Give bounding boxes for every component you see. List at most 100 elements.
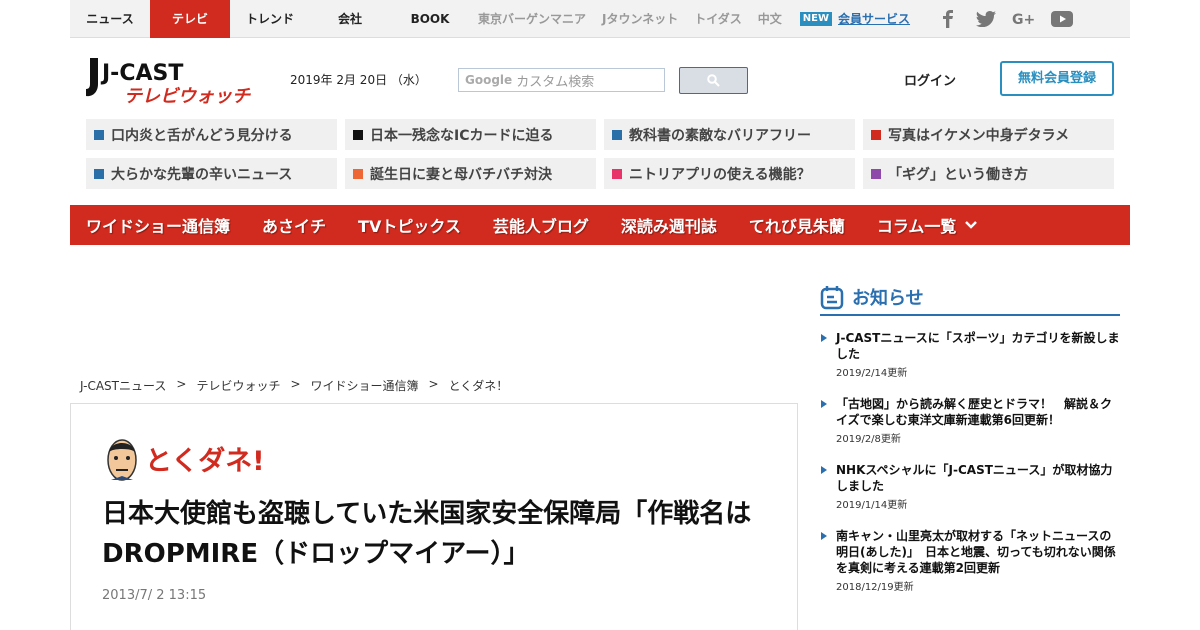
- topnav-item-tv[interactable]: テレビ: [150, 0, 230, 38]
- topic-grid: 口内炎と舌がんどう見分ける 日本一残念なICカードに迫る 教科書の素敵なバリアフ…: [86, 119, 1114, 189]
- new-badge: NEW: [799, 11, 833, 26]
- article-date: 2013/7/ 2 13:15: [102, 588, 207, 603]
- topic-marker: [94, 168, 104, 179]
- category-nav-item[interactable]: ワイドショー通信簿: [86, 213, 230, 237]
- topnav-item-news[interactable]: ニュース: [70, 0, 150, 38]
- topic-label: ニトリアプリの使える機能？: [629, 166, 811, 183]
- breadcrumb-link[interactable]: テレビウォッチ: [196, 377, 280, 394]
- program-title[interactable]: とくダネ!: [105, 436, 275, 484]
- youtube-icon[interactable]: [1050, 9, 1074, 29]
- chevron-down-icon: [965, 221, 978, 229]
- topic-label: 日本一残念なICカードに迫る: [370, 127, 554, 144]
- top-nav: ニュース テレビ トレンド 会社 BOOK 東京バーゲンマニア Jタウンネット …: [70, 0, 1130, 38]
- topnav-item-trend[interactable]: トレンド: [230, 0, 310, 38]
- search-input[interactable]: Google カスタム検索: [458, 68, 665, 92]
- topic-label: 「ギグ」という働き方: [888, 166, 1028, 183]
- notice-item-title: 「古地図」から読み解く歴史とドラマ！ 解説＆クイズで楽しむ東洋文庫新連載第6回更…: [836, 397, 1113, 427]
- article-headline: 日本大使館も盗聴していた米国家安全保障局「作戦名はDROPMIRE（ドロップマイ…: [102, 499, 752, 569]
- notice-item[interactable]: 南キャン・山里亮太が取材する「ネットニュースの明日(あした)」 日本と地震、切っ…: [820, 528, 1120, 593]
- breadcrumb: J-CASTニュース > テレビウォッチ > ワイドショー通信簿 > とくダネ！: [80, 377, 518, 394]
- topic-marker: [612, 168, 622, 179]
- page: ニュース テレビ トレンド 会社 BOOK 東京バーゲンマニア Jタウンネット …: [70, 0, 1130, 630]
- svg-text:G+: G+: [1012, 12, 1035, 27]
- topic-item[interactable]: 教科書の素敵なバリアフリー: [604, 119, 855, 150]
- notice-item[interactable]: 「古地図」から読み解く歴史とドラマ！ 解説＆クイズで楽しむ東洋文庫新連載第6回更…: [820, 396, 1120, 445]
- topic-label: 大らかな先輩の辛いニュース: [111, 166, 293, 183]
- register-button[interactable]: 無料会員登録: [1000, 61, 1114, 96]
- site-logo[interactable]: J-CAST テレビウォッチ: [84, 56, 266, 107]
- search-button[interactable]: [679, 67, 748, 94]
- arrow-right-icon: [821, 466, 827, 474]
- topic-item[interactable]: 口内炎と舌がんどう見分ける: [86, 119, 337, 150]
- article-card: とくダネ! 日本大使館も盗聴していた米国家安全保障局「作戦名はDROPMIRE（…: [70, 403, 798, 630]
- topic-item[interactable]: 写真はイケメン中身デタラメ: [863, 119, 1114, 150]
- topic-item[interactable]: 「ギグ」という働き方: [863, 158, 1114, 189]
- twitter-icon[interactable]: [974, 9, 998, 29]
- topic-marker: [871, 168, 881, 179]
- topic-label: 教科書の素敵なバリアフリー: [629, 127, 811, 144]
- topic-item[interactable]: 大らかな先輩の辛いニュース: [86, 158, 337, 189]
- topic-label: 口内炎と舌がんどう見分ける: [111, 127, 293, 144]
- notice-item-title: J-CASTニュースに「スポーツ」カテゴリを新設しました: [836, 331, 1120, 361]
- notice-item-date: 2019/2/8更新: [836, 434, 901, 445]
- notice-item-date: 2018/12/19更新: [836, 582, 914, 593]
- category-nav-item[interactable]: TVトピックス: [358, 213, 461, 237]
- notice-title: お知らせ: [852, 288, 924, 309]
- topic-marker: [612, 129, 622, 140]
- topnav-item-bargain[interactable]: 東京バーゲンマニア: [470, 0, 594, 38]
- breadcrumb-separator: >: [176, 377, 187, 391]
- notice-list: J-CASTニュースに「スポーツ」カテゴリを新設しました 2019/2/14更新…: [820, 330, 1120, 610]
- current-date: 2019年 2月 20日 （水）: [290, 73, 427, 87]
- topic-label: 誕生日に妻と母バチバチ対決: [370, 166, 552, 183]
- topnav-item-jtown[interactable]: Jタウンネット: [594, 0, 686, 38]
- notice-item-title: NHKスペシャルに「J-CASTニュース」が取材協力しました: [836, 463, 1113, 493]
- topnav-item-toidas[interactable]: トイダス: [686, 0, 750, 38]
- breadcrumb-link[interactable]: とくダネ！: [449, 377, 509, 394]
- breadcrumb-separator: >: [428, 377, 439, 391]
- host-face-icon: [107, 439, 137, 481]
- breadcrumb-link[interactable]: J-CASTニュース: [80, 377, 166, 394]
- breadcrumb-link[interactable]: ワイドショー通信簿: [311, 377, 419, 394]
- category-nav-item[interactable]: あさイチ: [262, 213, 326, 237]
- google-plus-icon[interactable]: G+: [1012, 9, 1036, 29]
- notice-header: お知らせ: [820, 280, 1120, 316]
- program-title-text: とくダネ!: [145, 445, 265, 477]
- notice-item-date: 2019/1/14更新: [836, 500, 908, 511]
- notice-icon: [820, 286, 844, 310]
- arrow-right-icon: [821, 532, 827, 540]
- arrow-right-icon: [821, 400, 827, 408]
- facebook-icon[interactable]: [936, 9, 960, 29]
- category-nav-item[interactable]: 深読み週刊誌: [621, 213, 717, 237]
- notice-item[interactable]: J-CASTニュースに「スポーツ」カテゴリを新設しました 2019/2/14更新: [820, 330, 1120, 379]
- column-list-label: コラム一覧: [876, 217, 957, 236]
- arrow-right-icon: [821, 334, 827, 342]
- breadcrumb-separator: >: [290, 377, 301, 391]
- topic-item[interactable]: 誕生日に妻と母バチバチ対決: [345, 158, 596, 189]
- category-nav-item[interactable]: 芸能人ブログ: [493, 213, 589, 237]
- topic-item[interactable]: 日本一残念なICカードに迫る: [345, 119, 596, 150]
- member-service-link[interactable]: 会員サービス: [838, 10, 910, 27]
- topnav-item-company[interactable]: 会社: [310, 0, 390, 38]
- login-link[interactable]: ログイン: [904, 70, 956, 89]
- topnav-item-chinese[interactable]: 中文: [750, 0, 790, 38]
- topic-marker: [94, 129, 104, 140]
- topic-marker: [871, 129, 881, 140]
- topnav-item-book[interactable]: BOOK: [390, 0, 470, 38]
- logo-sub-text: テレビウォッチ: [124, 86, 251, 106]
- notice-item-title: 南キャン・山里亮太が取材する「ネットニュースの明日(あした)」 日本と地震、切っ…: [836, 529, 1116, 575]
- google-search-brand: Google: [465, 73, 513, 87]
- logo-main-text: J-CAST: [100, 61, 183, 86]
- search-placeholder: カスタム検索: [516, 74, 595, 90]
- topic-marker: [353, 168, 363, 179]
- topic-marker: [353, 129, 363, 140]
- category-nav-item[interactable]: てれび見朱蘭: [749, 213, 845, 237]
- topic-item[interactable]: ニトリアプリの使える機能？: [604, 158, 855, 189]
- search-icon: [707, 74, 720, 87]
- category-nav: ワイドショー通信簿 あさイチ TVトピックス 芸能人ブログ 深読み週刊誌 てれび…: [70, 205, 1130, 245]
- notice-item-date: 2019/2/14更新: [836, 368, 908, 379]
- logo-j-mark: [86, 58, 98, 97]
- topic-label: 写真はイケメン中身デタラメ: [888, 127, 1070, 144]
- social-links: G+: [936, 9, 1088, 29]
- column-list-menu[interactable]: コラム一覧: [877, 213, 979, 237]
- notice-item[interactable]: NHKスペシャルに「J-CASTニュース」が取材協力しました 2019/1/14…: [820, 462, 1120, 511]
